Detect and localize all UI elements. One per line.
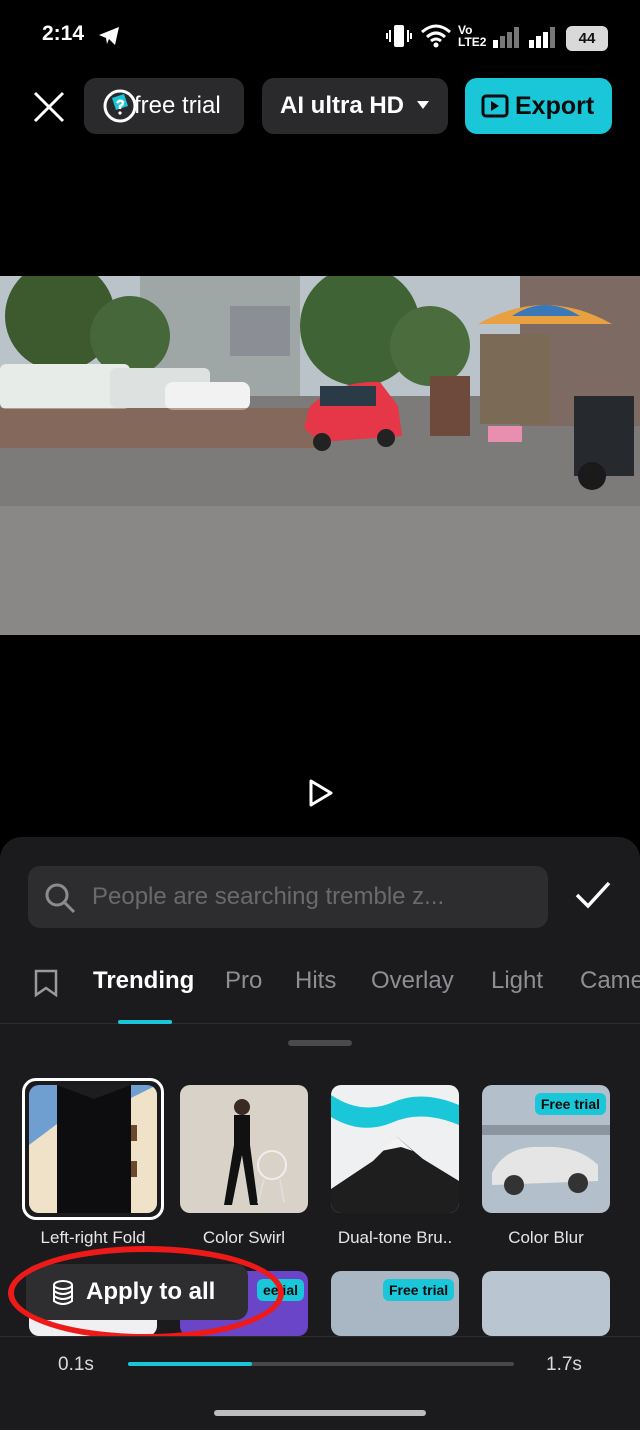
tab-trending[interactable]: Trending: [93, 967, 194, 995]
effect-dual-tone-brush[interactable]: [331, 1085, 459, 1213]
pro-gem-icon: [103, 89, 137, 123]
export-label: Export: [515, 92, 595, 120]
duration-start: 0.1s: [58, 1354, 94, 1375]
tab-camera[interactable]: Came: [580, 967, 640, 995]
effect-label: Color Blur: [508, 1228, 584, 1247]
effect-color-blur[interactable]: Free trial: [482, 1085, 610, 1213]
highlight-ring: [8, 1246, 284, 1340]
signal-icon-2: [529, 27, 555, 48]
tab-light[interactable]: Light: [491, 967, 543, 995]
effect-left-right-fold[interactable]: [29, 1085, 157, 1213]
caret-down-icon: [417, 101, 429, 109]
search-icon: [45, 883, 76, 914]
wifi-icon: [421, 24, 451, 48]
export-button[interactable]: Export: [465, 78, 612, 134]
free-trial-button[interactable]: free trial: [84, 78, 244, 134]
export-video-icon: [481, 94, 509, 118]
confirm-check-icon[interactable]: [574, 880, 612, 910]
vibrate-icon: [386, 25, 412, 47]
effect-row2-item[interactable]: [482, 1271, 610, 1336]
effect-row2-item[interactable]: Free trial: [331, 1271, 459, 1336]
category-tabs: Trending Pro Hits Overlay Light Came: [0, 955, 640, 1024]
effect-label: Color Swirl: [202, 1228, 286, 1247]
tab-pro[interactable]: Pro: [225, 967, 262, 995]
free-trial-label: free trial: [134, 92, 221, 119]
duration-slider[interactable]: [128, 1362, 514, 1366]
quality-dropdown[interactable]: AI ultra HD: [262, 78, 448, 134]
panel-drag-handle[interactable]: [288, 1040, 352, 1046]
duration-end: 1.7s: [546, 1354, 582, 1375]
status-bar: 2:14 Vo LTE2 44: [0, 0, 640, 72]
dual-tone-brush-thumbnail: [331, 1085, 459, 1213]
search-input[interactable]: People are searching tremble z...: [28, 866, 548, 928]
play-icon[interactable]: [306, 778, 336, 808]
search-placeholder: People are searching tremble z...: [92, 883, 445, 910]
tab-overlay[interactable]: Overlay: [371, 967, 454, 995]
bookmark-icon[interactable]: [34, 969, 58, 997]
status-time: 2:14: [42, 22, 85, 45]
effect-color-swirl[interactable]: [180, 1085, 308, 1213]
quality-label: AI ultra HD: [280, 92, 405, 119]
left-right-fold-thumbnail: [29, 1085, 157, 1213]
free-trial-badge: Free trial: [534, 1093, 606, 1115]
lte-indicator: Vo LTE2: [458, 23, 487, 49]
battery-indicator: 44: [566, 26, 608, 51]
home-indicator[interactable]: [214, 1410, 426, 1416]
effect-label: Dual-tone Bru..: [337, 1228, 453, 1247]
tab-hits[interactable]: Hits: [295, 967, 336, 995]
signal-icon: [493, 27, 519, 48]
active-tab-indicator: [118, 1020, 172, 1024]
effect-label: Left-right Fold: [40, 1228, 146, 1247]
street-scene-image: [0, 276, 640, 635]
telegram-icon: [99, 27, 119, 45]
color-swirl-thumbnail: [180, 1085, 308, 1213]
video-preview[interactable]: [0, 276, 640, 635]
duration-slider-fill: [128, 1362, 252, 1366]
free-trial-badge: Free trial: [383, 1279, 455, 1301]
close-icon[interactable]: [30, 88, 68, 126]
